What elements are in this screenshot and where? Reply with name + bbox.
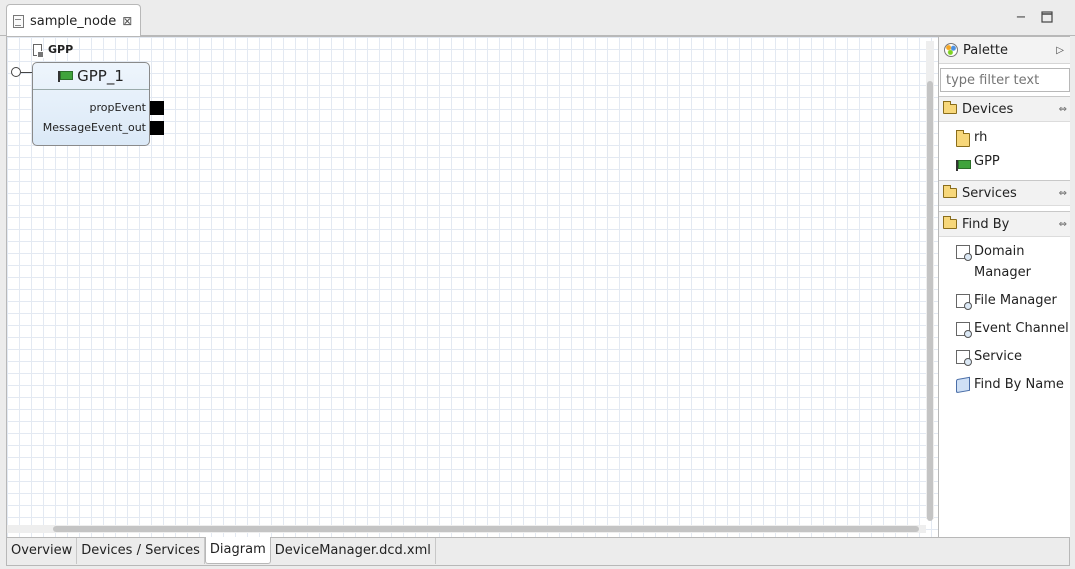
palette-item-label: Domain Manager [974, 244, 1031, 280]
folder-open-icon [943, 101, 957, 114]
palette-item-file-manager[interactable]: File Manager [939, 290, 1070, 311]
flag-icon [58, 71, 74, 82]
find-by-icon [956, 322, 972, 338]
palette-item-label: rh [974, 130, 988, 145]
palette-item-label: Find By Name [974, 377, 1064, 392]
palette-filter-input[interactable] [940, 68, 1070, 92]
drawer-services-label: Services [962, 185, 1017, 201]
device-file-icon [33, 43, 44, 58]
drawer-devices[interactable]: Devices ⇔ [939, 96, 1070, 122]
find-by-icon [956, 350, 972, 366]
horizontal-scroll-thumb[interactable] [53, 526, 919, 532]
node-name: GPP_1 [77, 67, 124, 85]
drawer-devices-label: Devices [962, 101, 1014, 117]
palette-item-rh[interactable]: rh [939, 126, 1070, 150]
palette-item-gpp[interactable]: GPP [939, 150, 1070, 174]
port-label-propevent: propEvent [89, 101, 147, 114]
pin-drawer-icon[interactable]: ⇔ [1059, 104, 1067, 115]
palette-item-label: Event Channel [974, 321, 1069, 336]
maximize-icon [1041, 11, 1053, 23]
document-icon [13, 14, 24, 28]
diagram-editor: GPP GPP_1 propEvent MessageEvent_out Pal… [6, 36, 1070, 566]
editor-tab-strip: sample_node ⊠ − [0, 3, 1075, 37]
book-icon [956, 376, 970, 394]
editor-page-tabs: Overview Devices / Services Diagram DeviceM… [7, 537, 1069, 565]
node-title: GPP_1 [33, 63, 149, 90]
palette-panel: Palette ▷ Devices ⇔ rh GPP Services [938, 37, 1070, 537]
port-label-messageevent-out: MessageEvent_out [42, 121, 146, 134]
folder-open-icon [943, 216, 957, 229]
drawer-find-by[interactable]: Find By ⇔ [939, 211, 1070, 237]
palette-item-service[interactable]: Service [939, 346, 1070, 367]
pin-drawer-icon[interactable]: ⇔ [1059, 219, 1067, 230]
folder-open-icon [943, 185, 957, 198]
diagram-canvas[interactable]: GPP GPP_1 propEvent MessageEvent_out [7, 37, 938, 537]
uses-port-propevent[interactable] [150, 101, 164, 115]
device-node-gpp-1[interactable]: GPP_1 propEvent MessageEvent_out [32, 62, 150, 146]
palette-item-domain-manager[interactable]: Domain Manager [939, 241, 1070, 283]
flag-icon [956, 155, 971, 171]
close-tab-icon[interactable]: ⊠ [122, 14, 132, 28]
drawer-services[interactable]: Services ⇔ [939, 180, 1070, 206]
vertical-scroll-thumb[interactable] [927, 81, 933, 521]
provides-port-icon[interactable] [11, 67, 21, 77]
page-tab-diagram[interactable]: Diagram [204, 537, 271, 564]
device-label: GPP [33, 43, 74, 58]
uses-port-messageevent-out[interactable] [150, 121, 164, 135]
palette-item-find-by-name[interactable]: Find By Name [939, 374, 1070, 395]
palette-title: Palette [963, 42, 1009, 58]
vertical-scrollbar[interactable] [926, 41, 934, 521]
find-by-icon [956, 245, 972, 261]
drawer-find-by-label: Find By [962, 216, 1010, 232]
page-tab-devices-services[interactable]: Devices / Services [77, 538, 205, 564]
palette-header[interactable]: Palette ▷ [939, 37, 1070, 64]
find-by-icon [956, 294, 972, 310]
port-connector-line [21, 72, 32, 73]
palette-item-label: Service [974, 349, 1023, 364]
device-label-text: GPP [48, 43, 74, 56]
editor-tab-title: sample_node [30, 13, 117, 29]
pin-drawer-icon[interactable]: ⇔ [1059, 188, 1067, 199]
folder-icon [956, 130, 970, 147]
palette-item-label: File Manager [974, 293, 1057, 308]
minimize-button[interactable]: − [1013, 11, 1029, 27]
maximize-button[interactable] [1039, 11, 1055, 27]
palette-item-event-channel[interactable]: Event Channel [939, 318, 1070, 339]
ide-window: sample_node ⊠ − GPP GPP_1 propEvent Mess… [0, 0, 1075, 569]
page-tab-overview[interactable]: Overview [7, 538, 78, 564]
palette-icon [944, 43, 958, 57]
editor-tab-sample-node[interactable]: sample_node ⊠ [6, 4, 141, 37]
collapse-palette-icon[interactable]: ▷ [1056, 45, 1064, 56]
palette-item-label: GPP [974, 154, 1000, 169]
page-tab-devicemanager-dcd-xml[interactable]: DeviceManager.dcd.xml [271, 538, 436, 564]
horizontal-scrollbar[interactable] [7, 525, 926, 533]
